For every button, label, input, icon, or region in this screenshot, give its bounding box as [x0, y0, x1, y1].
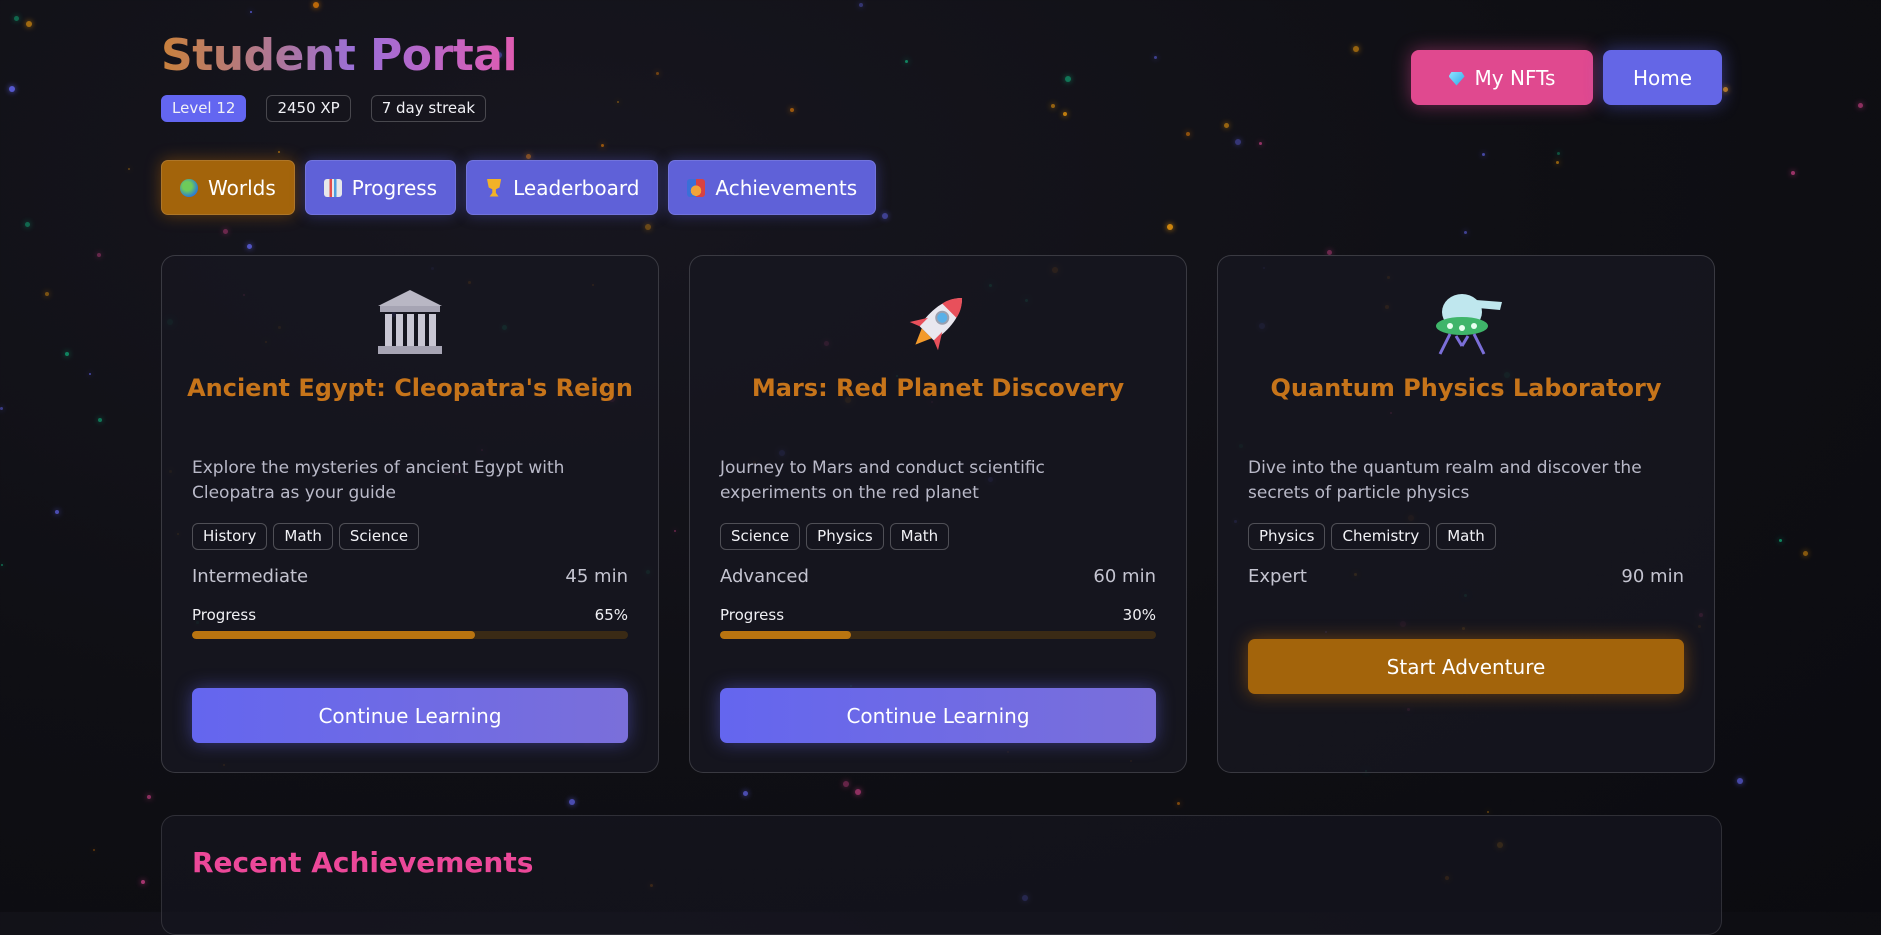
particle-dot	[89, 373, 91, 375]
subject-tag: Chemistry	[1331, 523, 1431, 550]
streak-badge: 7 day streak	[370, 95, 487, 122]
tab-leaderboard[interactable]: Leaderboard	[466, 160, 659, 215]
world-card-mars: Mars: Red Planet Discovery Journey to Ma…	[689, 255, 1187, 773]
duration-label: 90 min	[1621, 566, 1684, 587]
progress-bar	[192, 631, 628, 639]
particle-dot	[65, 352, 69, 356]
particle-dot	[14, 16, 19, 21]
world-description: Explore the mysteries of ancient Egypt w…	[192, 458, 565, 503]
trophy-icon	[486, 178, 502, 197]
particle-dot	[93, 849, 95, 851]
tab-label: Progress	[351, 175, 438, 200]
particle-dot	[26, 21, 32, 27]
header-actions: My NFTs Home	[1411, 50, 1722, 105]
continue-learning-button[interactable]: Continue Learning	[192, 688, 628, 743]
subject-tag: Math	[889, 523, 950, 550]
particle-dot	[128, 168, 130, 170]
stats-badges: Level 12 2450 XP 7 day streak	[161, 95, 487, 122]
rocket-icon	[690, 286, 1186, 358]
subject-tag: Science	[720, 523, 801, 550]
recent-achievements-panel: Recent Achievements	[161, 815, 1722, 935]
world-title: Quantum Physics Laboratory	[1270, 374, 1662, 402]
worlds-grid: Ancient Egypt: Cleopatra's Reign Explore…	[161, 255, 1715, 773]
flying-saucer-icon	[1218, 286, 1714, 358]
subject-tags: Science Physics Math	[720, 523, 950, 550]
tab-achievements[interactable]: Achievements	[668, 160, 877, 215]
progress-percent: 65%	[594, 606, 628, 624]
progress-label: Progress	[192, 606, 257, 624]
particle-dot	[1, 564, 3, 566]
progress-section: Progress 30%	[720, 606, 1156, 639]
particle-dot	[147, 795, 151, 799]
particle-dot	[9, 86, 15, 92]
world-card-egypt: Ancient Egypt: Cleopatra's Reign Explore…	[161, 255, 659, 773]
subject-tag: Science	[338, 523, 420, 550]
particle-dot	[1803, 551, 1808, 556]
world-card-quantum: Quantum Physics Laboratory Dive into the…	[1217, 255, 1715, 773]
level-badge: Level 12	[161, 95, 247, 122]
particle-dot	[0, 407, 3, 410]
difficulty-label: Advanced	[720, 566, 809, 587]
particle-dot	[1723, 87, 1728, 92]
particle-dot	[98, 418, 102, 422]
globe-icon	[180, 178, 198, 197]
student-portal: Student Portal Level 12 2450 XP 7 day st…	[161, 0, 1722, 935]
world-description: Journey to Mars and conduct scientific e…	[720, 458, 1045, 503]
tab-bar: Worlds Progress Leaderboard Achievements	[161, 160, 877, 215]
duration-label: 45 min	[565, 566, 628, 587]
section-title: Recent Achievements	[192, 846, 534, 879]
particle-dot	[97, 253, 101, 257]
subject-tag: Physics	[1248, 523, 1326, 550]
home-button[interactable]: Home	[1603, 50, 1722, 105]
world-meta: Advanced 60 min	[720, 566, 1156, 587]
particle-dot	[55, 510, 59, 514]
progress-bar-fill	[192, 631, 476, 639]
classical-building-icon	[162, 286, 658, 358]
particle-dot	[1779, 539, 1782, 542]
tab-label: Worlds	[208, 175, 276, 200]
subject-tag: Math	[1436, 523, 1496, 550]
progress-bar	[720, 631, 1156, 639]
my-nfts-label: My NFTs	[1474, 65, 1556, 90]
particle-dot	[25, 222, 30, 227]
subject-tags: History Math Science	[192, 523, 420, 550]
tab-worlds[interactable]: Worlds	[161, 160, 295, 215]
start-adventure-button[interactable]: Start Adventure	[1248, 639, 1684, 694]
gem-icon	[1448, 71, 1465, 86]
continue-learning-button[interactable]: Continue Learning	[720, 688, 1156, 743]
particle-dot	[45, 292, 49, 296]
world-meta: Intermediate 45 min	[192, 566, 628, 587]
page-title: Student Portal	[161, 30, 518, 81]
my-nfts-button[interactable]: My NFTs	[1411, 50, 1593, 105]
tab-label: Leaderboard	[513, 175, 640, 200]
difficulty-label: Intermediate	[192, 566, 309, 587]
tab-label: Achievements	[715, 175, 858, 200]
medal-icon	[687, 178, 706, 197]
subject-tag: History	[192, 523, 268, 550]
subject-tag: Physics	[806, 523, 884, 550]
progress-percent: 30%	[1122, 606, 1156, 624]
difficulty-label: Expert	[1248, 566, 1307, 587]
duration-label: 60 min	[1093, 566, 1156, 587]
world-title: Mars: Red Planet Discovery	[751, 374, 1125, 402]
world-description: Dive into the quantum realm and discover…	[1248, 458, 1642, 503]
world-title: Ancient Egypt: Cleopatra's Reign	[187, 374, 633, 402]
subject-tags: Physics Chemistry Math	[1248, 523, 1496, 550]
xp-badge: 2450 XP	[266, 95, 351, 122]
particle-dot	[1737, 778, 1743, 784]
progress-bar-fill	[720, 631, 851, 639]
particle-dot	[141, 880, 145, 884]
particle-dot	[1858, 103, 1863, 108]
progress-section: Progress 65%	[192, 606, 628, 639]
tab-progress[interactable]: Progress	[304, 160, 457, 215]
bar-chart-icon	[323, 178, 342, 197]
progress-label: Progress	[720, 606, 785, 624]
world-meta: Expert 90 min	[1248, 566, 1684, 587]
particle-dot	[1791, 171, 1795, 175]
subject-tag: Math	[273, 523, 333, 550]
